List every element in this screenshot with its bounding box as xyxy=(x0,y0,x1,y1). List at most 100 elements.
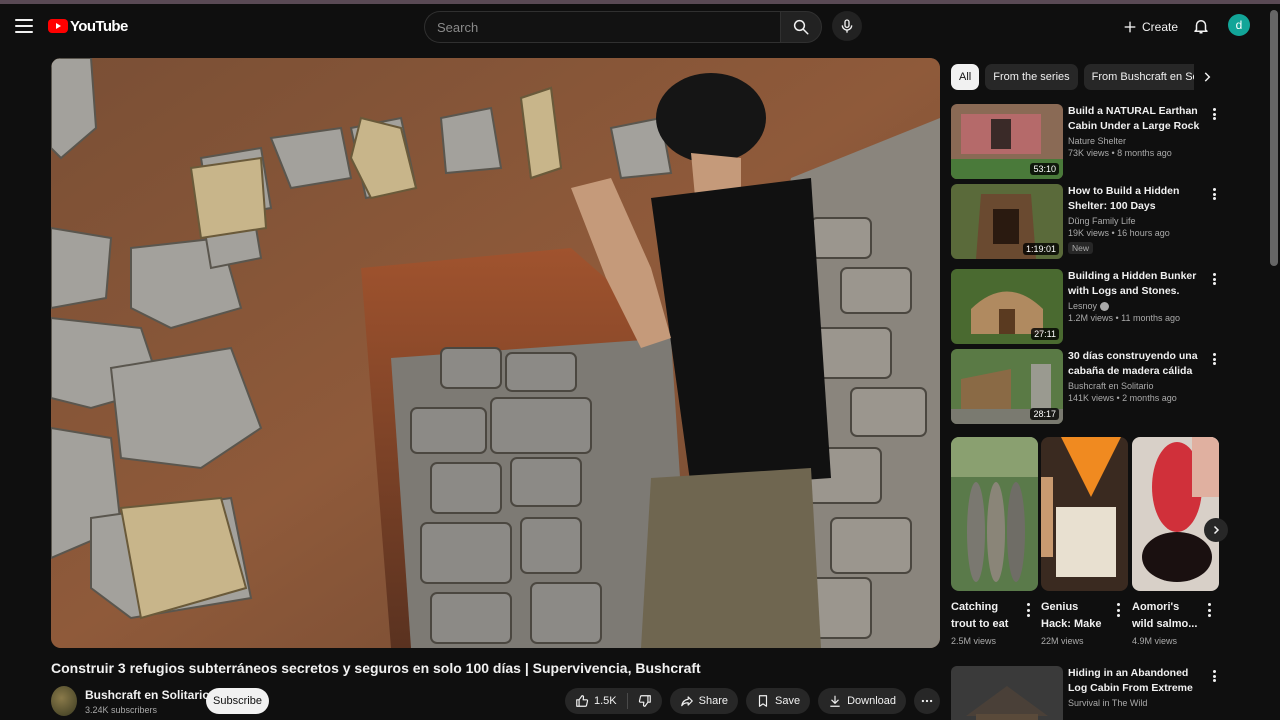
account-avatar[interactable]: d xyxy=(1228,14,1250,36)
short-title[interactable]: Catching trout to eat ... xyxy=(951,599,1019,633)
chevron-right-icon xyxy=(1213,525,1220,535)
microphone-icon xyxy=(841,19,853,33)
chip-from-the-series[interactable]: From the series xyxy=(985,64,1078,90)
search-input[interactable] xyxy=(424,11,780,43)
more-vertical-icon[interactable] xyxy=(1115,603,1121,617)
recommendation-stats: 73K views • 8 months ago xyxy=(1068,148,1172,158)
search-button[interactable] xyxy=(780,11,822,43)
bell-icon xyxy=(1194,20,1208,34)
recommendation-title[interactable]: Hiding in an Abandoned Log Cabin From Ex… xyxy=(1068,666,1206,696)
duration-badge: 1:19:01 xyxy=(1022,243,1059,255)
recommendation-thumbnail[interactable]: 1:19:01 xyxy=(951,184,1063,259)
duration-badge: 28:17 xyxy=(1030,408,1059,420)
recommendation-item[interactable]: Hiding in an Abandoned Log Cabin From Ex… xyxy=(951,666,1221,720)
action-bar: 1.5K Share Save Download xyxy=(565,688,940,714)
recommendation-meta: How to Build a Hidden Shelter: 100 Days … xyxy=(1068,184,1206,256)
dislike-button[interactable] xyxy=(628,688,662,714)
recommendation-thumbnail[interactable]: 53:10 xyxy=(951,104,1063,179)
thumbs-up-icon xyxy=(576,695,589,707)
short-views: 22M views xyxy=(1041,636,1084,646)
chip-all[interactable]: All xyxy=(951,64,980,90)
recommendation-thumbnail[interactable]: 27:11 xyxy=(951,269,1063,344)
more-vertical-icon[interactable] xyxy=(1025,603,1031,617)
duration-badge: 27:11 xyxy=(1031,328,1059,340)
video-player[interactable] xyxy=(51,58,940,648)
more-vertical-icon[interactable] xyxy=(1209,351,1219,367)
short-thumbnail[interactable] xyxy=(951,437,1038,591)
new-badge: New xyxy=(1068,242,1094,254)
search-icon xyxy=(793,19,809,35)
duration-badge: 53:10 xyxy=(1030,163,1059,175)
bookmark-icon xyxy=(758,695,768,707)
recommendation-channel-name: Dũng Family Life xyxy=(1068,216,1136,226)
download-label: Download xyxy=(847,695,896,707)
more-vertical-icon[interactable] xyxy=(1209,186,1219,202)
short-title[interactable]: Genius Hack: Make ... xyxy=(1041,599,1109,633)
recommendation-title[interactable]: Build a NATURAL Earthan Cabin Under a La… xyxy=(1068,104,1206,134)
short-item[interactable]: Aomori's wild salmo... 4.9M views xyxy=(1132,437,1219,646)
short-item[interactable]: Genius Hack: Make ... 22M views xyxy=(1041,437,1128,646)
recommendation-stats: 1.2M views • 11 months ago xyxy=(1068,313,1181,323)
shorts-shelf: Catching trout to eat ... 2.5M views Gen… xyxy=(951,437,1221,653)
recommendation-title[interactable]: How to Build a Hidden Shelter: 100 Days … xyxy=(1068,184,1206,214)
recommendation-item[interactable]: 28:17 30 días construyendo una cabaña de… xyxy=(951,349,1221,425)
more-vertical-icon[interactable] xyxy=(1209,668,1219,684)
recommendation-thumbnail[interactable] xyxy=(951,666,1063,720)
recommendation-channel[interactable]: Nature Shelter xyxy=(1068,136,1206,146)
page-scrollbar[interactable] xyxy=(1270,10,1278,266)
video-title: Construir 3 refugios subterráneos secret… xyxy=(51,660,701,676)
video-frame xyxy=(51,58,940,648)
recommendation-item[interactable]: 27:11 Building a Hidden Bunker with Logs… xyxy=(951,269,1221,345)
chips-next-button[interactable] xyxy=(1194,64,1220,90)
channel-avatar[interactable] xyxy=(51,686,77,716)
short-views: 4.9M views xyxy=(1132,636,1178,646)
create-button[interactable]: Create xyxy=(1116,14,1184,40)
like-dislike-group: 1.5K xyxy=(565,688,662,714)
short-item[interactable]: Catching trout to eat ... 2.5M views xyxy=(951,437,1038,646)
channel-name[interactable]: Bushcraft en Solitario xyxy=(85,688,210,702)
short-thumbnail[interactable] xyxy=(1041,437,1128,591)
recommendation-item[interactable]: 1:19:01 How to Build a Hidden Shelter: 1… xyxy=(951,184,1221,260)
more-vertical-icon[interactable] xyxy=(1209,106,1219,122)
logo-text: YouTube xyxy=(70,17,128,35)
recommendation-thumbnail[interactable]: 28:17 xyxy=(951,349,1063,424)
short-title[interactable]: Aomori's wild salmo... xyxy=(1132,599,1200,633)
more-actions-button[interactable] xyxy=(914,688,940,714)
plus-icon xyxy=(1124,21,1136,33)
share-button[interactable]: Share xyxy=(669,688,738,714)
subscriber-count: 3.24K subscribers xyxy=(85,705,158,715)
recommendation-meta: Hiding in an Abandoned Log Cabin From Ex… xyxy=(1068,666,1206,708)
short-thumbnail-image xyxy=(1132,437,1219,591)
download-icon xyxy=(830,695,840,707)
recommendation-channel[interactable]: Lesnoy xyxy=(1068,301,1206,311)
youtube-logo[interactable]: YouTube xyxy=(48,16,128,36)
like-button[interactable]: 1.5K xyxy=(565,688,627,714)
more-vertical-icon[interactable] xyxy=(1206,603,1212,617)
share-label: Share xyxy=(698,695,728,707)
shorts-next-button[interactable] xyxy=(1204,518,1228,542)
recommendation-channel[interactable]: Survival in The Wild xyxy=(1068,698,1206,708)
download-button[interactable]: Download xyxy=(818,688,906,714)
like-count: 1.5K xyxy=(594,695,617,707)
short-thumbnail-image xyxy=(1041,437,1128,591)
short-views: 2.5M views xyxy=(951,636,997,646)
recommendation-title[interactable]: Building a Hidden Bunker with Logs and S… xyxy=(1068,269,1206,299)
short-thumbnail[interactable] xyxy=(1132,437,1219,591)
recommendation-title[interactable]: 30 días construyendo una cabaña de mader… xyxy=(1068,349,1206,379)
search-box xyxy=(424,11,822,43)
recommendation-channel[interactable]: Dũng Family Life xyxy=(1068,216,1206,226)
notifications-button[interactable] xyxy=(1190,15,1212,37)
menu-icon[interactable] xyxy=(14,16,34,36)
subscribe-button[interactable]: Subscribe xyxy=(206,688,269,714)
recommendation-channel[interactable]: Bushcraft en Solitario xyxy=(1068,381,1206,391)
more-vertical-icon[interactable] xyxy=(1209,271,1219,287)
save-button[interactable]: Save xyxy=(746,688,811,714)
thumbnail-image xyxy=(951,666,1063,720)
filter-chips: All From the series From Bushcraft en So… xyxy=(951,64,1220,90)
youtube-logo-icon xyxy=(48,19,68,33)
recommendation-channel-name: Lesnoy xyxy=(1068,301,1098,311)
channel-row: Bushcraft en Solitario 3.24K subscribers… xyxy=(51,684,940,720)
recommendation-item[interactable]: 53:10 Build a NATURAL Earthan Cabin Unde… xyxy=(951,104,1221,180)
voice-search-button[interactable] xyxy=(832,11,862,41)
recommendation-channel-name: Survival in The Wild xyxy=(1068,698,1148,708)
